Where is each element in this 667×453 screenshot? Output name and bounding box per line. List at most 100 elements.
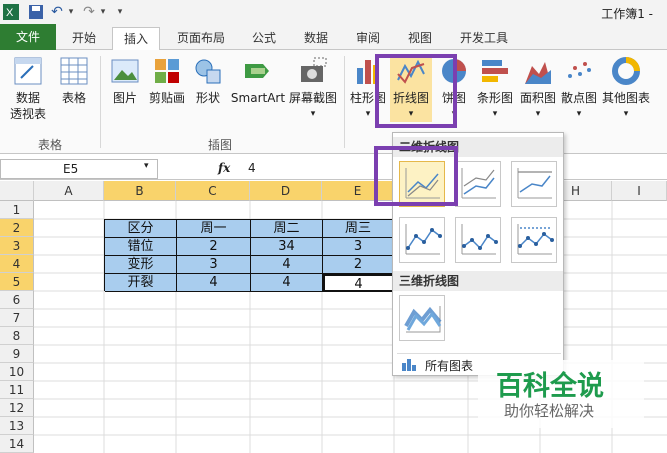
smartart-icon xyxy=(245,64,269,78)
excel-icon: X xyxy=(2,3,20,21)
row-header[interactable]: 10 xyxy=(0,363,34,381)
table-cell[interactable]: 4 xyxy=(251,274,323,292)
stacked-line-markers-option[interactable] xyxy=(455,217,501,263)
table-cell[interactable]: 开裂 xyxy=(105,274,177,292)
smartart-button[interactable]: SmartArt xyxy=(230,56,286,106)
picture-label: 图片 xyxy=(112,91,137,105)
formula-input[interactable]: 4 xyxy=(248,161,256,175)
percent-stacked-line-chart-option[interactable] xyxy=(511,161,557,207)
window-title: 工作簿1 - xyxy=(601,7,653,21)
table-cell[interactable]: 4 xyxy=(251,256,323,274)
table-cell[interactable]: 3 xyxy=(177,256,251,274)
active-cell[interactable]: 4 xyxy=(323,274,394,292)
table-cell[interactable]: 变形 xyxy=(105,256,177,274)
undo-dropdown-icon[interactable]: ▾ xyxy=(66,3,76,21)
row-header[interactable]: 8 xyxy=(0,327,34,345)
row-header[interactable]: 6 xyxy=(0,291,34,309)
row-header[interactable]: 9 xyxy=(0,345,34,363)
column-header[interactable]: A xyxy=(34,181,104,201)
tab-file[interactable]: 文件 xyxy=(0,24,56,50)
column-header[interactable]: C xyxy=(176,181,250,201)
tab-data[interactable]: 数据 xyxy=(296,27,336,50)
tab-formulas[interactable]: 公式 xyxy=(244,27,284,50)
row-header[interactable]: 12 xyxy=(0,399,34,417)
table-cell[interactable]: 错位 xyxy=(105,238,177,256)
chart-icon xyxy=(402,359,416,371)
undo-icon[interactable]: ↶ xyxy=(50,3,64,21)
chevron-down-icon[interactable]: ▾ xyxy=(144,161,149,171)
bar-chart-button[interactable]: 条形图 ▾ xyxy=(474,56,516,122)
group-label-tables: 表格 xyxy=(37,138,62,152)
function-icon[interactable]: fx xyxy=(218,161,230,175)
tab-home[interactable]: 开始 xyxy=(60,27,108,50)
picture-icon xyxy=(111,59,139,83)
highlight-box xyxy=(374,146,458,206)
chevron-down-icon: ▾ xyxy=(623,109,629,119)
table-icon xyxy=(60,57,88,85)
row-header[interactable]: 1 xyxy=(0,201,34,219)
row-header[interactable]: 14 xyxy=(0,435,34,453)
column-header[interactable]: D xyxy=(250,181,322,201)
row-header[interactable]: 11 xyxy=(0,381,34,399)
picture-button[interactable]: 图片 xyxy=(106,56,144,106)
row-header[interactable]: 13 xyxy=(0,417,34,435)
screenshot-button[interactable]: 屏幕截图 ▾ xyxy=(286,56,340,122)
table-label: 表格 xyxy=(61,91,86,105)
ribbon: 数据 透视表 表格 图片 剪贴画 形状 SmartArt 屏幕截图 ▾ 柱形图 … xyxy=(0,50,667,154)
row-header[interactable]: 4 xyxy=(0,255,34,273)
row-header[interactable]: 2 xyxy=(0,219,34,237)
table-cell[interactable]: 2 xyxy=(323,256,394,274)
redo-icon[interactable]: ↷ xyxy=(82,3,96,21)
table-cell[interactable]: 区分 xyxy=(105,220,177,238)
title-bar: X ↶ ▾ ↷ ▾ ▾ 工作簿1 - xyxy=(0,0,667,24)
tab-page-layout[interactable]: 页面布局 xyxy=(166,27,236,50)
other-charts-button[interactable]: 其他图表 ▾ xyxy=(600,56,652,122)
3d-line-chart-option[interactable] xyxy=(399,295,445,341)
pivot-table-button[interactable]: 数据 透视表 xyxy=(4,56,52,122)
screenshot-label: 屏幕截图 xyxy=(288,91,337,105)
group-separator xyxy=(344,56,345,148)
table-cell[interactable]: 2 xyxy=(177,238,251,256)
column-header[interactable]: I xyxy=(612,181,667,201)
smartart-label: SmartArt xyxy=(230,91,286,105)
row-header[interactable]: 5 xyxy=(0,273,34,291)
tab-developer[interactable]: 开发工具 xyxy=(452,27,516,50)
table-cell[interactable]: 34 xyxy=(251,238,323,256)
table-cell[interactable]: 4 xyxy=(177,274,251,292)
group-separator xyxy=(100,56,101,148)
scatter-chart-label: 散点图 xyxy=(560,91,597,105)
formula-bar: E5 ▾ fx 4 xyxy=(0,158,667,180)
row-header[interactable]: 7 xyxy=(0,309,34,327)
redo-dropdown-icon[interactable]: ▾ xyxy=(98,3,108,21)
stacked-line-chart-option[interactable] xyxy=(455,161,501,207)
chevron-down-icon: ▾ xyxy=(492,109,498,119)
pivot-table-label: 数据 透视表 xyxy=(9,91,46,121)
shapes-button[interactable]: 形状 xyxy=(190,56,226,106)
tab-review[interactable]: 审阅 xyxy=(348,27,388,50)
table-button[interactable]: 表格 xyxy=(54,56,94,106)
watermark: 百科全说 助你轻松解决 xyxy=(478,360,644,428)
table-cell[interactable]: 3 xyxy=(323,238,394,256)
customize-qat-icon[interactable]: ▾ xyxy=(114,3,126,21)
camera-icon xyxy=(301,57,327,82)
clip-art-label: 剪贴画 xyxy=(148,91,185,105)
name-box[interactable]: E5 xyxy=(0,159,158,179)
tab-view[interactable]: 视图 xyxy=(400,27,440,50)
save-icon[interactable] xyxy=(28,3,44,21)
other-charts-icon xyxy=(612,57,640,85)
table-cell[interactable]: 周三 xyxy=(323,220,394,238)
row-header[interactable]: 3 xyxy=(0,237,34,255)
bar-chart-icon xyxy=(482,60,508,82)
tab-insert[interactable]: 插入 xyxy=(112,27,160,51)
area-chart-button[interactable]: 面积图 ▾ xyxy=(518,56,558,122)
scatter-chart-icon xyxy=(568,62,591,78)
table-cell[interactable]: 周一 xyxy=(177,220,251,238)
clip-art-button[interactable]: 剪贴画 xyxy=(146,56,188,106)
table-cell[interactable]: 周二 xyxy=(251,220,323,238)
percent-line-markers-option[interactable] xyxy=(511,217,557,263)
scatter-chart-button[interactable]: 散点图 ▾ xyxy=(558,56,600,122)
select-all-corner[interactable] xyxy=(0,181,34,201)
line-with-markers-option[interactable] xyxy=(399,217,445,263)
column-header[interactable]: B xyxy=(104,181,176,201)
pivot-table-icon xyxy=(14,57,42,85)
